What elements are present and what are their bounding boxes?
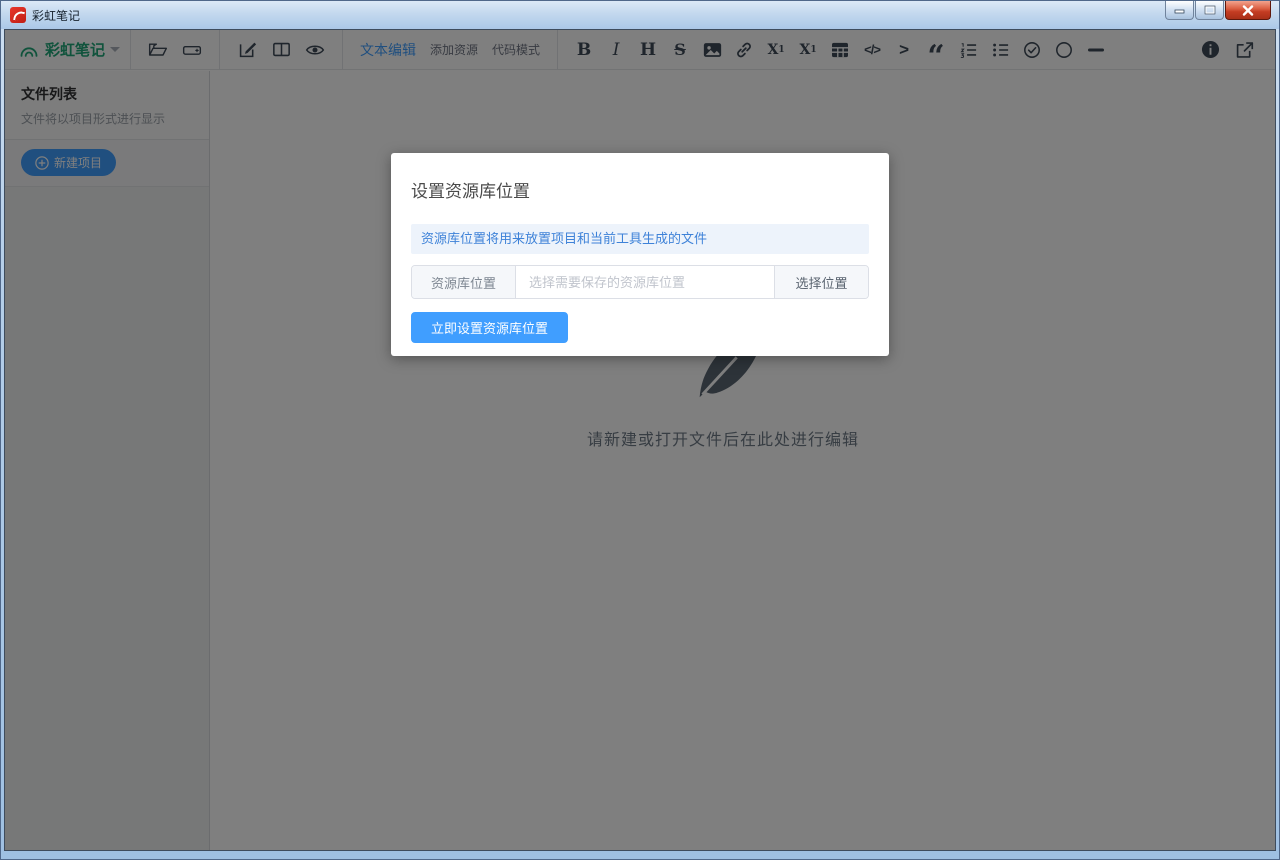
minimize-button[interactable] <box>1165 1 1194 20</box>
repository-location-group: 资源库位置 选择位置 <box>411 265 869 299</box>
maximize-icon <box>1204 5 1216 15</box>
close-icon <box>1242 5 1254 16</box>
repository-location-input[interactable] <box>516 266 774 298</box>
set-repository-dialog: 设置资源库位置 资源库位置将用来放置项目和当前工具生成的文件 资源库位置 选择位… <box>391 153 889 356</box>
dialog-alert: 资源库位置将用来放置项目和当前工具生成的文件 <box>411 224 869 254</box>
window-controls <box>1164 1 1271 20</box>
close-button[interactable] <box>1225 1 1271 20</box>
minimize-icon <box>1174 6 1186 15</box>
choose-location-button[interactable]: 选择位置 <box>774 266 868 298</box>
title-bar: 彩虹笔记 <box>1 1 1279 29</box>
set-repository-submit-button[interactable]: 立即设置资源库位置 <box>411 312 568 343</box>
window-title: 彩虹笔记 <box>32 7 80 24</box>
dialog-title: 设置资源库位置 <box>411 153 869 202</box>
window-frame: 彩虹笔记 彩虹笔记 <box>0 0 1280 860</box>
repository-location-label: 资源库位置 <box>412 266 516 298</box>
app-icon <box>10 7 26 23</box>
maximize-button[interactable] <box>1195 1 1224 20</box>
